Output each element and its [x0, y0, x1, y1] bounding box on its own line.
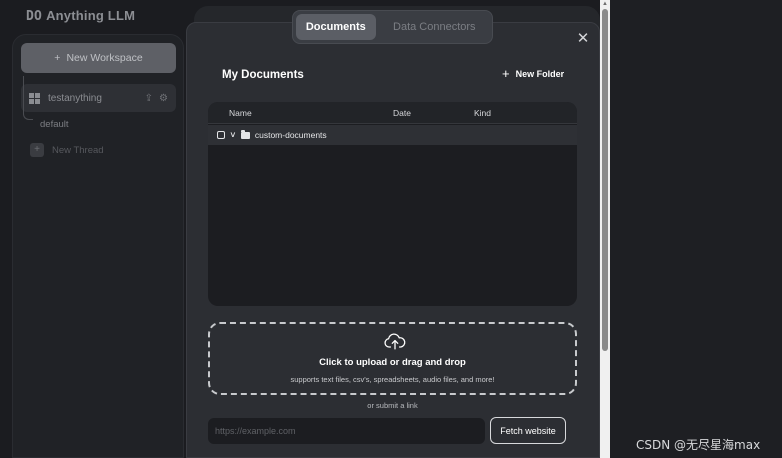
new-folder-label: New Folder	[515, 69, 565, 79]
modal-tabs: Documents Data Connectors	[292, 10, 493, 44]
upload-subtitle: supports text files, csv's, spreadsheets…	[290, 375, 495, 384]
column-name: Name	[229, 108, 252, 118]
workspace-item[interactable]: testanything ⇪ ⚙	[21, 84, 176, 112]
scrollbar[interactable]: ▲	[600, 0, 610, 458]
logo-text: Anything LLM	[46, 8, 136, 23]
upload-dropzone[interactable]: Click to upload or drag and drop support…	[208, 322, 577, 395]
fetch-website-button[interactable]: Fetch website	[490, 417, 566, 444]
folder-name: custom-documents	[254, 130, 327, 140]
upload-icon[interactable]: ⇪	[145, 93, 153, 104]
new-folder-button[interactable]: + New Folder	[502, 66, 565, 81]
row-checkbox[interactable]	[217, 131, 225, 139]
plus-icon: +	[30, 143, 44, 157]
scroll-thumb[interactable]	[602, 9, 608, 351]
my-documents-title: My Documents	[222, 69, 304, 81]
app-logo: DO Anything LLM	[26, 8, 135, 24]
cloud-upload-icon	[384, 333, 406, 350]
watermark: CSDN @无尽星海max	[636, 438, 761, 452]
table-header: Name Date Kind	[208, 102, 577, 124]
workspace-name: testanything	[48, 92, 102, 104]
scroll-up-arrow-icon[interactable]: ▲	[602, 0, 608, 8]
column-date: Date	[393, 108, 411, 118]
right-panel	[610, 0, 782, 458]
or-submit-link-text: or submit a link	[367, 401, 418, 410]
tab-data-connectors[interactable]: Data Connectors	[380, 14, 489, 40]
url-input[interactable]	[208, 418, 485, 444]
thread-connector	[23, 76, 33, 120]
upload-title: Click to upload or drag and drop	[319, 357, 466, 368]
chevron-down-icon[interactable]: ∨	[229, 131, 236, 139]
new-thread-button[interactable]: + New Thread	[30, 143, 104, 157]
new-workspace-button[interactable]: + New Workspace	[21, 43, 176, 73]
folder-icon	[240, 129, 250, 139]
table-row[interactable]: ∨ custom-documents	[208, 125, 577, 145]
plus-icon: +	[502, 66, 510, 81]
logo-mark-icon: DO	[26, 9, 43, 24]
close-icon[interactable]: ✕	[576, 31, 590, 46]
plus-icon: +	[54, 52, 61, 64]
column-kind: Kind	[474, 108, 492, 118]
sidebar: + New Workspace testanything ⇪ ⚙	[12, 34, 184, 458]
new-workspace-label: New Workspace	[66, 52, 143, 64]
tab-documents[interactable]: Documents	[296, 14, 376, 40]
file-table: Name Date Kind ∨ custom-documents	[208, 102, 577, 306]
gear-icon[interactable]: ⚙	[159, 93, 168, 104]
thread-item-default[interactable]: default	[40, 119, 69, 130]
new-thread-label: New Thread	[52, 144, 104, 156]
